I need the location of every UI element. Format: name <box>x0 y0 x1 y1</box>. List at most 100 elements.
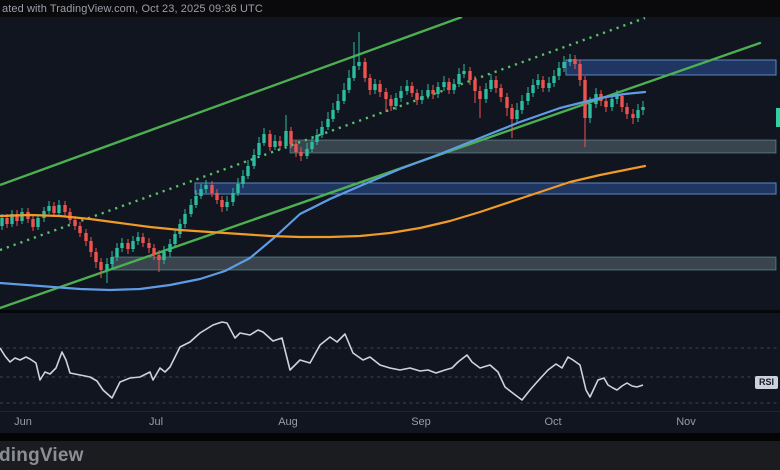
month-label-jul: Jul <box>149 416 163 428</box>
candle-bull <box>547 83 550 88</box>
supply-zone-gray <box>113 257 776 270</box>
candle-bear <box>299 152 302 156</box>
candle-bull <box>394 98 397 106</box>
candle-bull <box>173 234 176 244</box>
candle-bear <box>573 59 576 64</box>
candle-bull <box>189 205 192 214</box>
candle-bull <box>241 176 244 184</box>
candle-bull <box>0 218 3 226</box>
candle-bull <box>531 85 534 93</box>
candle-bull <box>373 84 376 90</box>
candle-bull <box>246 166 249 176</box>
candle-bear <box>152 248 155 255</box>
candle-bull <box>257 143 260 155</box>
candle-bear <box>78 226 81 233</box>
candle-bull <box>57 205 60 213</box>
candle-bull <box>320 127 323 135</box>
candle-bear <box>410 86 413 93</box>
candle-bull <box>452 84 455 90</box>
candle-bull <box>357 62 360 66</box>
candle-bull <box>236 184 239 193</box>
last-price-tick <box>776 108 780 127</box>
candle-bull <box>136 237 139 241</box>
candle-bear <box>363 62 366 78</box>
candle-bull <box>331 110 334 119</box>
candle-bear <box>147 243 150 248</box>
month-label-aug: Aug <box>278 416 298 428</box>
candle-bear <box>494 80 497 88</box>
candle-bear <box>384 92 387 99</box>
candle-bear <box>52 206 55 213</box>
candle-bull <box>420 96 423 100</box>
month-label-sep: Sep <box>411 416 431 428</box>
candle-bull <box>457 74 460 84</box>
candle-bull <box>315 135 318 142</box>
candle-bear <box>625 107 628 114</box>
candle-bear <box>620 96 623 107</box>
pane-separator[interactable] <box>0 310 780 313</box>
candle-bear <box>141 237 144 243</box>
candle-bear <box>389 99 392 106</box>
candle-bear <box>510 108 513 119</box>
candle-bull <box>20 212 23 221</box>
tradingview-logo[interactable]: dingView <box>0 445 84 467</box>
candle-bull <box>273 141 276 147</box>
candle-bull <box>568 59 571 62</box>
candle-bull <box>305 149 308 156</box>
candle-bull <box>183 214 186 224</box>
candle-bull <box>204 185 207 189</box>
candle-bull <box>562 62 565 68</box>
candle-bear <box>294 144 297 152</box>
candle-bull <box>462 71 465 74</box>
candle-bull <box>336 101 339 110</box>
candle-bear <box>289 131 292 144</box>
candle-bear <box>210 185 213 193</box>
candle-bull <box>536 80 539 85</box>
candle-bull <box>225 202 228 207</box>
candle-bull <box>347 78 350 90</box>
candle-bull <box>284 131 287 146</box>
tradingview-screenshot: ated with TradingView.com, Oct 23, 2025 … <box>0 0 780 470</box>
candle-bear <box>468 71 471 80</box>
candle-bear <box>604 101 607 107</box>
candle-bear <box>278 141 281 146</box>
candle-bear <box>84 233 87 241</box>
rsi-line <box>0 322 643 400</box>
candle-bull <box>105 264 108 270</box>
candle-bear <box>89 241 92 252</box>
candle-bull <box>526 93 529 101</box>
chart-canvas[interactable] <box>0 17 780 433</box>
candle-bear <box>415 93 418 100</box>
ma-line-slow-orange <box>0 166 645 237</box>
rsi-pane <box>0 322 780 403</box>
candle-bear <box>157 255 160 260</box>
candle-bear <box>63 205 66 212</box>
candle-bear <box>215 193 218 200</box>
candle-bull <box>489 80 492 89</box>
candle-bear <box>473 80 476 91</box>
candle-bear <box>368 78 371 90</box>
candle-bull <box>262 134 265 143</box>
rsi-badge[interactable]: RSI <box>755 376 778 389</box>
candle-bull <box>162 252 165 260</box>
candle-bear <box>583 80 586 118</box>
candle-bull <box>131 241 134 249</box>
month-label-oct: Oct <box>544 416 561 428</box>
candle-bull <box>636 110 639 118</box>
candle-bull <box>484 89 487 99</box>
candle-bull <box>47 206 50 211</box>
attribution-text: ated with TradingView.com, Oct 23, 2025 … <box>2 3 263 15</box>
time-axis[interactable]: JunJulAugSepOctNov <box>0 411 780 434</box>
candle-bull <box>610 99 613 107</box>
candle-bull <box>194 196 197 205</box>
candle-bull <box>352 66 355 78</box>
candle-bull <box>405 86 408 91</box>
candle-bull <box>252 155 255 166</box>
candle-bear <box>99 262 102 270</box>
candle-bear <box>220 200 223 207</box>
candle-bull <box>110 257 113 264</box>
candle-bear <box>541 80 544 88</box>
resistance-zone-blue <box>195 183 776 194</box>
candle-bear <box>94 252 97 262</box>
candle-bull <box>588 104 591 118</box>
